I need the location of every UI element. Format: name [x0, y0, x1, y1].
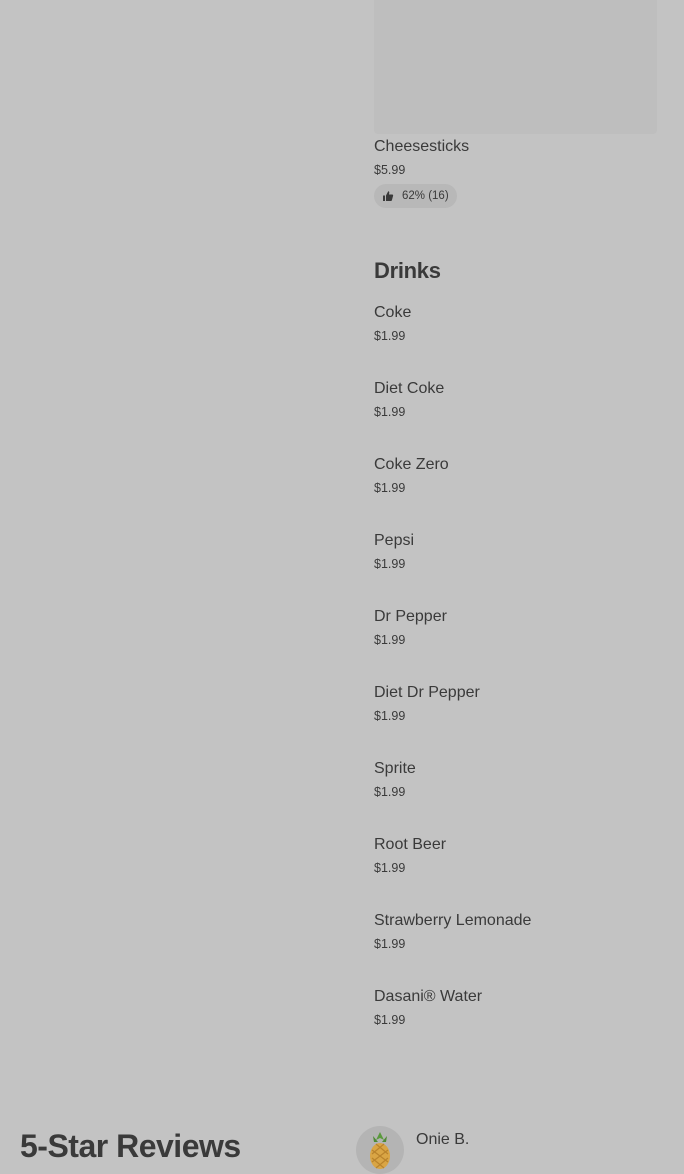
menu-item[interactable]: Sprite $1.99: [374, 759, 658, 800]
menu-item[interactable]: Dr Pepper $1.99: [374, 607, 658, 648]
menu-item-name: Pepsi: [374, 532, 415, 549]
menu-item-name[interactable]: Cheesesticks: [374, 137, 469, 157]
menu-item-price: $1.99: [374, 709, 406, 723]
menu-item[interactable]: Dasani® Water $1.99: [374, 987, 658, 1028]
menu-item[interactable]: Diet Coke $1.99: [374, 379, 658, 420]
pineapple-avatar-icon: [370, 1132, 390, 1169]
menu-item-name: Dasani® Water: [374, 988, 483, 1005]
menu-item[interactable]: Root Beer $1.99: [374, 835, 658, 876]
menu-item-price: $1.99: [374, 557, 406, 571]
menu-item-price: $1.99: [374, 1013, 406, 1027]
menu-item-price: $5.99: [374, 163, 406, 177]
cheesesticks-item-image[interactable]: [374, 0, 657, 134]
menu-column: Cheesesticks $5.99 62% (16) Drinks Coke …: [374, 0, 658, 1027]
menu-item-price: $1.99: [374, 405, 406, 419]
menu-item-price: $1.99: [374, 481, 406, 495]
rating-text: 62% (16): [402, 190, 449, 202]
menu-item[interactable]: Coke $1.99: [374, 303, 658, 344]
menu-item-price: $1.99: [374, 633, 406, 647]
menu-item-name: Coke Zero: [374, 456, 449, 473]
menu-item-price: $1.99: [374, 937, 406, 951]
menu-item-name: Sprite: [374, 760, 416, 777]
menu-item-price: $1.99: [374, 785, 406, 799]
menu-item-name: Strawberry Lemonade: [374, 912, 532, 929]
reviewer-name: Onie B.: [416, 1131, 470, 1148]
thumbs-up-icon: [383, 191, 394, 201]
menu-item[interactable]: Coke Zero $1.99: [374, 455, 658, 496]
reviews-heading: 5-Star Reviews: [20, 1128, 241, 1164]
section-title-drinks: Drinks: [374, 258, 441, 283]
menu-item-name: Root Beer: [374, 836, 447, 853]
rating-badge: 62% (16): [374, 184, 457, 208]
menu-item-name: Dr Pepper: [374, 608, 447, 625]
menu-item-name: Diet Coke: [374, 380, 445, 397]
menu-item-name: Diet Dr Pepper: [374, 684, 480, 701]
menu-item-name: Coke: [374, 304, 412, 321]
menu-item-price: $1.99: [374, 329, 406, 343]
menu-item[interactable]: Pepsi $1.99: [374, 531, 658, 572]
menu-item-price: $1.99: [374, 861, 406, 875]
menu-item[interactable]: Strawberry Lemonade $1.99: [374, 911, 658, 952]
menu-item[interactable]: Diet Dr Pepper $1.99: [374, 683, 658, 724]
reviewer-avatar: [356, 1126, 404, 1174]
